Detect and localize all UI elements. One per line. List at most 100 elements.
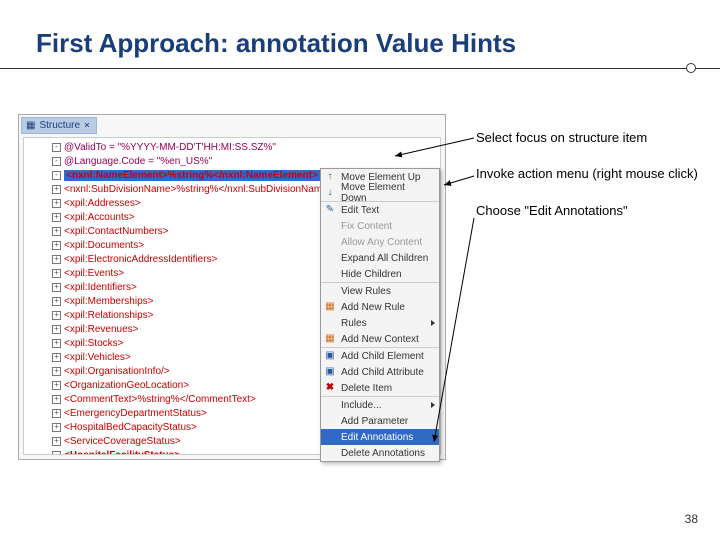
tree-label: @Language.Code = "%en_US%" — [64, 156, 212, 167]
tree-label: <xpil:Accounts> — [64, 212, 135, 223]
menu-item[interactable]: ✖ Delete Item — [321, 380, 439, 396]
expand-handle[interactable]: + — [52, 283, 61, 292]
add-new-rule-icon: ▦ — [324, 301, 336, 313]
callout-edit-annotations: Choose "Edit Annotations" — [476, 203, 702, 219]
tree-label: <xpil:Memberships> — [64, 296, 153, 307]
tree-label: <xpil:Stocks> — [64, 338, 123, 349]
tree-label: <xpil:Relationships> — [64, 310, 154, 321]
expand-handle[interactable]: + — [52, 199, 61, 208]
expand-handle[interactable]: + — [52, 241, 61, 250]
structure-tab[interactable]: ▦ Structure × — [21, 117, 97, 134]
expand-handle[interactable]: + — [52, 297, 61, 306]
tree-label: <xpil:OrganisationInfo/> — [64, 366, 170, 377]
menu-item[interactable]: Delete Annotations — [321, 445, 439, 461]
expand-handle[interactable]: + — [52, 339, 61, 348]
expand-handle[interactable]: + — [52, 227, 61, 236]
divider — [0, 63, 720, 75]
tree-label: <xpil:Vehicles> — [64, 352, 131, 363]
move-element-up-icon: ↑ — [324, 171, 336, 183]
menu-item-label: Delete Item — [341, 383, 392, 394]
tree-label: <EmergencyDepartmentStatus> — [64, 408, 207, 419]
expand-handle[interactable]: + — [52, 185, 61, 194]
menu-item-label: Hide Children — [341, 269, 402, 280]
expand-handle[interactable]: + — [52, 395, 61, 404]
menu-item-label: Allow Any Content — [341, 237, 422, 248]
tree-label: <nxnl:SubDivisionName>%string%</nxnl:Sub… — [64, 184, 334, 195]
close-icon[interactable]: × — [84, 120, 90, 131]
expand-handle[interactable]: - — [52, 451, 61, 456]
menu-item[interactable]: ▦Add New Context — [321, 331, 439, 347]
menu-item-label: Delete Annotations — [341, 448, 425, 459]
expand-handle[interactable]: + — [52, 353, 61, 362]
add-child-attribute-icon: ▣ — [324, 366, 336, 378]
menu-item[interactable]: Rules — [321, 315, 439, 331]
expand-handle[interactable]: + — [52, 437, 61, 446]
menu-item-label: Move Element Down — [341, 182, 433, 204]
tree-label: <OrganizationGeoLocation> — [64, 380, 189, 391]
tree-label: <xpil:Documents> — [64, 240, 144, 251]
menu-item-label: Edit Text — [341, 205, 379, 216]
tree-label: <CommentText>%string%</CommentText> — [64, 394, 256, 405]
menu-item-label: Fix Content — [341, 221, 392, 232]
tree-label: <nxnl:NameElement>%string%</nxnl:NameEle… — [64, 170, 320, 181]
menu-item-label: Include... — [341, 400, 382, 411]
slide-title: First Approach: annotation Value Hints — [0, 0, 720, 63]
tree-label: <HospitalFacilityStatus> — [64, 450, 180, 456]
expand-handle[interactable]: + — [52, 255, 61, 264]
menu-item-label: View Rules — [341, 286, 391, 297]
menu-item-label: Move Element Up — [341, 172, 420, 183]
delete-item-icon: ✖ — [324, 382, 336, 394]
tree-row[interactable]: -@Language.Code = "%en_US%" — [24, 154, 440, 168]
menu-item-label: Add Parameter — [341, 416, 408, 427]
structure-tab-label: Structure — [39, 120, 80, 131]
menu-item[interactable]: ✎ Edit Text — [321, 202, 439, 218]
expand-handle[interactable]: - — [52, 157, 61, 166]
menu-item-label: Expand All Children — [341, 253, 428, 264]
menu-item-label: Rules — [341, 318, 367, 329]
expand-handle[interactable]: + — [52, 325, 61, 334]
tree-label: <xpil:Identifiers> — [64, 282, 137, 293]
add-child-element-icon: ▣ — [324, 350, 336, 362]
menu-item[interactable]: View Rules — [321, 283, 439, 299]
move-element-down-icon: ↓ — [324, 187, 336, 199]
tree-label: <xpil:Addresses> — [64, 198, 141, 209]
menu-item[interactable]: Fix Content — [321, 218, 439, 234]
menu-item[interactable]: ↓ Move Element Down — [321, 185, 439, 201]
menu-item[interactable]: ▦ Add New Rule — [321, 299, 439, 315]
callout-select-focus: Select focus on structure item — [476, 130, 702, 146]
decorative-circle-icon — [686, 63, 696, 73]
tree-label: <xpil:Revenues> — [64, 324, 139, 335]
menu-item[interactable]: Hide Children — [321, 266, 439, 282]
menu-item-label: Add Child Element — [341, 351, 424, 362]
tree-label: <HospitalBedCapacityStatus> — [64, 422, 197, 433]
menu-item[interactable]: Allow Any Content — [321, 234, 439, 250]
menu-item-label: Add New Rule — [341, 302, 405, 313]
grid-icon: ▦ — [26, 120, 35, 131]
edit-text-icon: ✎ — [324, 204, 336, 216]
menu-item-label: Edit Annotations — [341, 432, 413, 443]
expand-handle[interactable]: - — [52, 143, 61, 152]
expand-handle[interactable]: - — [52, 171, 61, 180]
callout-group: Select focus on structure item Invoke ac… — [476, 130, 702, 239]
expand-handle[interactable]: + — [52, 269, 61, 278]
menu-item-label: Add Child Attribute — [341, 367, 424, 378]
expand-handle[interactable]: + — [52, 409, 61, 418]
page-number: 38 — [685, 512, 698, 526]
tree-label: <xpil:ContactNumbers> — [64, 226, 169, 237]
expand-handle[interactable]: + — [52, 311, 61, 320]
tree-label: <ServiceCoverageStatus> — [64, 436, 181, 447]
context-menu[interactable]: ↑ Move Element Up ↓ Move Element Down ✎ Edit … — [320, 168, 440, 462]
expand-handle[interactable]: + — [52, 381, 61, 390]
expand-handle[interactable]: + — [52, 213, 61, 222]
tree-row[interactable]: -@ValidTo = "%YYYY-MM-DD'T'HH:MI:SS.SZ%" — [24, 140, 440, 154]
menu-item[interactable]: ▣ Add Child Element — [321, 348, 439, 364]
menu-item[interactable]: Include... — [321, 397, 439, 413]
menu-item[interactable]: Expand All Children — [321, 250, 439, 266]
tree-label: <xpil:Events> — [64, 268, 124, 279]
expand-handle[interactable]: + — [52, 423, 61, 432]
menu-item[interactable]: Edit Annotations — [321, 429, 439, 445]
menu-item[interactable]: Add Parameter — [321, 413, 439, 429]
menu-item[interactable]: ▣ Add Child Attribute — [321, 364, 439, 380]
tree-label: @ValidTo = "%YYYY-MM-DD'T'HH:MI:SS.SZ%" — [64, 142, 276, 153]
expand-handle[interactable]: + — [52, 367, 61, 376]
